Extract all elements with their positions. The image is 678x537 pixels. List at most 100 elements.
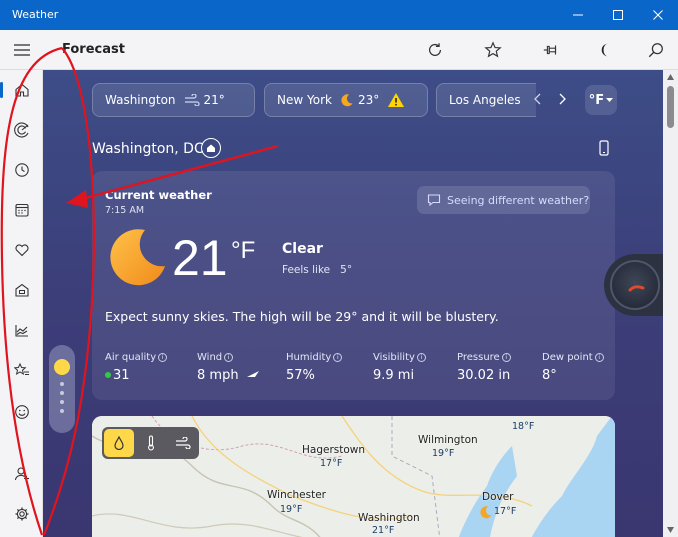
sidebar-item-account[interactable] [0,457,43,491]
weather-map[interactable]: 18°F Hagerstown 17°F Wilmington 19°F Win… [92,416,615,537]
search-icon [648,43,663,58]
map-legend-pill[interactable] [49,345,75,433]
search-button[interactable] [645,39,667,61]
sidebar-item-home[interactable] [0,73,43,107]
sidebar-item-outdoor[interactable] [0,273,43,307]
seeing-different-weather-button[interactable]: Seeing different weather? [417,186,590,214]
pin-button[interactable] [540,39,562,61]
location-temp: 23° [357,93,380,107]
unit-selector[interactable]: °F [585,85,617,115]
air-quality-dot [105,372,111,378]
droplet-icon [114,436,124,450]
precipitation-layer-button[interactable] [104,429,134,457]
location-name: Los Angeles [449,93,521,107]
current-condition: Clear [282,241,323,257]
location-chip-los-angeles[interactable]: Los Angeles [436,83,536,117]
sidebar-item-radar[interactable] [0,113,43,147]
map-temp-wilmington: 19°F [432,448,455,459]
radar-widget[interactable] [604,254,664,316]
maximize-button[interactable] [598,0,638,30]
sidebar-item-monthly[interactable] [0,193,43,227]
seeing-different-weather-label: Seeing different weather? [447,193,590,207]
stat-air-quality[interactable]: Air quality i 31 [105,352,168,383]
carousel-prev-button[interactable] [531,90,545,108]
map-city-wilmington: Wilmington [418,434,478,446]
refresh-icon [428,43,442,56]
stat-visibility[interactable]: Visibility i 9.9 mi [373,352,426,383]
feels-like-label: Feels like [282,264,331,276]
feels-like-value: 5° [340,264,353,276]
send-to-phone-button[interactable] [594,138,614,158]
info-icon: i [158,353,168,362]
stat-label: Air quality [105,352,157,363]
scroll-up-icon[interactable] [666,73,675,81]
map-layer-controls [102,427,199,459]
star-list-icon [13,362,29,376]
stat-value: 8 mph [197,368,239,383]
minimize-icon [573,14,583,16]
home-location-button[interactable] [201,138,221,158]
info-icon: i [594,353,604,362]
current-weather-card: Current weather 7:15 AM Seeing different… [92,171,615,400]
clock-icon [14,163,29,177]
stat-pressure[interactable]: Pressure i 30.02 in [457,352,511,383]
refresh-button[interactable] [424,39,446,61]
stat-humidity[interactable]: Humidity i 57% [286,352,343,383]
sidebar-item-settings[interactable] [0,497,43,531]
location-chip-washington[interactable]: Washington 21° [92,83,255,117]
sidebar-item-hourly[interactable] [0,153,43,187]
app-title: Weather [12,8,59,21]
wind-layer-button[interactable] [168,429,198,457]
info-icon: i [416,353,426,362]
scrollbar-thumb[interactable] [667,86,674,128]
stat-value: 9.9 mi [373,368,415,383]
stat-value: 30.02 in [457,368,511,383]
menu-button[interactable] [12,41,32,59]
current-time: 7:15 AM [105,205,145,216]
heart-icon [14,244,29,257]
minimize-button[interactable] [558,0,598,30]
home-icon [207,144,215,152]
info-icon: i [333,353,343,362]
sidebar-item-feedback[interactable] [0,395,43,429]
theme-button[interactable] [597,39,619,61]
scroll-down-icon[interactable] [666,526,675,534]
map-city-washington: Washington [358,512,420,524]
info-icon: i [224,353,234,362]
current-temperature: 21 [172,230,228,286]
page-title: Forecast [62,42,125,57]
current-weather-title: Current weather [105,188,212,202]
scrollbar[interactable] [663,70,678,537]
map-temp-dover: 17°F [494,506,517,517]
location-chip-new-york[interactable]: New York 23° [264,83,428,117]
carousel-next-button[interactable] [555,90,569,108]
wind-direction-icon [246,371,259,377]
map-temp-winchester: 19°F [280,504,303,515]
weather-summary: Expect sunny skies. The high will be 29°… [105,309,499,324]
sidebar-item-trends[interactable] [0,313,43,347]
stat-label: Dew point [542,352,593,363]
chevron-down-icon [606,97,614,102]
map-city-dover: Dover [482,491,514,503]
map-temp-label: 18°F [512,421,535,432]
current-temperature-unit: °F [231,237,256,264]
moon-icon [480,506,492,519]
close-button[interactable] [638,0,678,30]
sun-icon [54,359,70,375]
radar-dial-icon [610,260,660,310]
stat-dew-point[interactable]: Dew point i 8° [542,352,604,383]
sidebar [0,70,43,537]
stat-label: Pressure [457,352,500,363]
city-heading: Washington, DC [92,141,204,157]
unit-label: °F [588,92,605,108]
location-name: Washington [105,93,176,107]
feels-like: Feels like 5° [282,264,352,276]
stat-wind[interactable]: Wind i 8 mph [197,352,260,383]
chart-icon [14,325,28,337]
sidebar-item-health[interactable] [0,233,43,267]
temperature-layer-button[interactable] [136,429,166,457]
favorite-button[interactable] [482,39,504,61]
sidebar-item-favorites[interactable] [0,353,43,387]
stat-value: 57% [286,368,315,383]
alert-icon [388,93,405,107]
